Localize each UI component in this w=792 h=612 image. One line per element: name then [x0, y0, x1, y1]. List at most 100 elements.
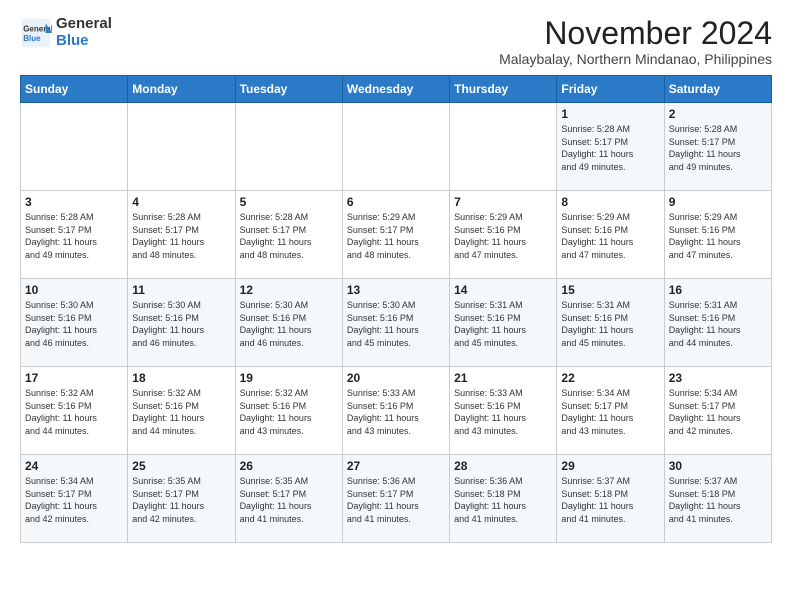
calendar-cell: 13 Sunrise: 5:30 AM Sunset: 5:16 PM Dayli…: [342, 279, 449, 367]
calendar-cell: 21 Sunrise: 5:33 AM Sunset: 5:16 PM Dayli…: [450, 367, 557, 455]
day-info: Sunrise: 5:32 AM Sunset: 5:16 PM Dayligh…: [240, 387, 338, 437]
day-info: Sunrise: 5:28 AM Sunset: 5:17 PM Dayligh…: [240, 211, 338, 261]
column-header-sunday: Sunday: [21, 76, 128, 103]
calendar-cell: 2Sunrise: 5:28 AM Sunset: 5:17 PM Daylig…: [664, 103, 771, 191]
day-info: Sunrise: 5:34 AM Sunset: 5:17 PM Dayligh…: [561, 387, 659, 437]
column-header-wednesday: Wednesday: [342, 76, 449, 103]
calendar-cell: 22 Sunrise: 5:34 AM Sunset: 5:17 PM Dayli…: [557, 367, 664, 455]
day-info: Sunrise: 5:28 AM Sunset: 5:17 PM Dayligh…: [25, 211, 123, 261]
calendar-cell: 14 Sunrise: 5:31 AM Sunset: 5:16 PM Dayli…: [450, 279, 557, 367]
page: General Blue General Blue November 2024 …: [0, 0, 792, 559]
day-info: Sunrise: 5:33 AM Sunset: 5:16 PM Dayligh…: [454, 387, 552, 437]
calendar-cell: 30Sunrise: 5:37 AM Sunset: 5:18 PM Dayli…: [664, 455, 771, 543]
column-header-thursday: Thursday: [450, 76, 557, 103]
calendar-cell: 5 Sunrise: 5:28 AM Sunset: 5:17 PM Daylig…: [235, 191, 342, 279]
day-info: Sunrise: 5:35 AM Sunset: 5:17 PM Dayligh…: [132, 475, 230, 525]
day-number: 6: [347, 195, 445, 209]
column-header-friday: Friday: [557, 76, 664, 103]
day-number: 12: [240, 283, 338, 297]
location-subtitle: Malaybalay, Northern Mindanao, Philippin…: [499, 51, 772, 67]
day-number: 16: [669, 283, 767, 297]
day-number: 20: [347, 371, 445, 385]
day-info: Sunrise: 5:30 AM Sunset: 5:16 PM Dayligh…: [347, 299, 445, 349]
logo-text: General Blue: [56, 16, 112, 49]
calendar-cell: 3 Sunrise: 5:28 AM Sunset: 5:17 PM Daylig…: [21, 191, 128, 279]
logo: General Blue General Blue: [20, 16, 112, 49]
calendar-cell: 20Sunrise: 5:33 AM Sunset: 5:16 PM Dayli…: [342, 367, 449, 455]
column-header-saturday: Saturday: [664, 76, 771, 103]
day-info: Sunrise: 5:29 AM Sunset: 5:16 PM Dayligh…: [454, 211, 552, 261]
day-number: 13: [347, 283, 445, 297]
day-number: 18: [132, 371, 230, 385]
title-block: November 2024 Malaybalay, Northern Minda…: [499, 16, 772, 67]
header-row: SundayMondayTuesdayWednesdayThursdayFrid…: [21, 76, 772, 103]
calendar-cell: 24Sunrise: 5:34 AM Sunset: 5:17 PM Dayli…: [21, 455, 128, 543]
calendar-cell: 25Sunrise: 5:35 AM Sunset: 5:17 PM Dayli…: [128, 455, 235, 543]
day-number: 28: [454, 459, 552, 473]
calendar-cell: 28 Sunrise: 5:36 AM Sunset: 5:18 PM Dayli…: [450, 455, 557, 543]
day-info: Sunrise: 5:28 AM Sunset: 5:17 PM Dayligh…: [669, 123, 767, 173]
week-row-5: 24Sunrise: 5:34 AM Sunset: 5:17 PM Dayli…: [21, 455, 772, 543]
calendar-cell: 12 Sunrise: 5:30 AM Sunset: 5:16 PM Dayli…: [235, 279, 342, 367]
day-number: 5: [240, 195, 338, 209]
calendar-cell: 19 Sunrise: 5:32 AM Sunset: 5:16 PM Dayli…: [235, 367, 342, 455]
day-number: 14: [454, 283, 552, 297]
calendar-table: SundayMondayTuesdayWednesdayThursdayFrid…: [20, 75, 772, 543]
day-info: Sunrise: 5:31 AM Sunset: 5:16 PM Dayligh…: [561, 299, 659, 349]
calendar-cell: 11Sunrise: 5:30 AM Sunset: 5:16 PM Dayli…: [128, 279, 235, 367]
calendar-cell: 15 Sunrise: 5:31 AM Sunset: 5:16 PM Dayli…: [557, 279, 664, 367]
calendar-cell: [450, 103, 557, 191]
day-number: 10: [25, 283, 123, 297]
day-info: Sunrise: 5:30 AM Sunset: 5:16 PM Dayligh…: [25, 299, 123, 349]
calendar-cell: 4 Sunrise: 5:28 AM Sunset: 5:17 PM Daylig…: [128, 191, 235, 279]
day-number: 9: [669, 195, 767, 209]
day-number: 27: [347, 459, 445, 473]
calendar-cell: 7 Sunrise: 5:29 AM Sunset: 5:16 PM Daylig…: [450, 191, 557, 279]
week-row-3: 10 Sunrise: 5:30 AM Sunset: 5:16 PM Dayli…: [21, 279, 772, 367]
calendar-cell: [128, 103, 235, 191]
calendar-cell: 8Sunrise: 5:29 AM Sunset: 5:16 PM Daylig…: [557, 191, 664, 279]
day-info: Sunrise: 5:36 AM Sunset: 5:17 PM Dayligh…: [347, 475, 445, 525]
calendar-cell: 1Sunrise: 5:28 AM Sunset: 5:17 PM Daylig…: [557, 103, 664, 191]
calendar-cell: [21, 103, 128, 191]
day-info: Sunrise: 5:36 AM Sunset: 5:18 PM Dayligh…: [454, 475, 552, 525]
week-row-1: 1Sunrise: 5:28 AM Sunset: 5:17 PM Daylig…: [21, 103, 772, 191]
day-info: Sunrise: 5:31 AM Sunset: 5:16 PM Dayligh…: [669, 299, 767, 349]
calendar-cell: [235, 103, 342, 191]
column-header-monday: Monday: [128, 76, 235, 103]
day-number: 29: [561, 459, 659, 473]
day-info: Sunrise: 5:31 AM Sunset: 5:16 PM Dayligh…: [454, 299, 552, 349]
day-number: 21: [454, 371, 552, 385]
calendar-cell: 18 Sunrise: 5:32 AM Sunset: 5:16 PM Dayli…: [128, 367, 235, 455]
day-info: Sunrise: 5:32 AM Sunset: 5:16 PM Dayligh…: [132, 387, 230, 437]
calendar-cell: [342, 103, 449, 191]
day-number: 7: [454, 195, 552, 209]
day-info: Sunrise: 5:30 AM Sunset: 5:16 PM Dayligh…: [132, 299, 230, 349]
day-number: 19: [240, 371, 338, 385]
calendar-cell: 9Sunrise: 5:29 AM Sunset: 5:16 PM Daylig…: [664, 191, 771, 279]
svg-text:Blue: Blue: [23, 34, 41, 43]
day-number: 3: [25, 195, 123, 209]
day-info: Sunrise: 5:29 AM Sunset: 5:16 PM Dayligh…: [561, 211, 659, 261]
day-info: Sunrise: 5:37 AM Sunset: 5:18 PM Dayligh…: [561, 475, 659, 525]
calendar-cell: 10 Sunrise: 5:30 AM Sunset: 5:16 PM Dayli…: [21, 279, 128, 367]
month-title: November 2024: [499, 16, 772, 51]
calendar-cell: 26Sunrise: 5:35 AM Sunset: 5:17 PM Dayli…: [235, 455, 342, 543]
calendar-cell: 6 Sunrise: 5:29 AM Sunset: 5:17 PM Daylig…: [342, 191, 449, 279]
day-info: Sunrise: 5:30 AM Sunset: 5:16 PM Dayligh…: [240, 299, 338, 349]
calendar-cell: 23 Sunrise: 5:34 AM Sunset: 5:17 PM Dayli…: [664, 367, 771, 455]
day-info: Sunrise: 5:29 AM Sunset: 5:17 PM Dayligh…: [347, 211, 445, 261]
day-number: 15: [561, 283, 659, 297]
day-info: Sunrise: 5:28 AM Sunset: 5:17 PM Dayligh…: [132, 211, 230, 261]
calendar-cell: 16 Sunrise: 5:31 AM Sunset: 5:16 PM Dayli…: [664, 279, 771, 367]
day-info: Sunrise: 5:37 AM Sunset: 5:18 PM Dayligh…: [669, 475, 767, 525]
day-info: Sunrise: 5:34 AM Sunset: 5:17 PM Dayligh…: [669, 387, 767, 437]
day-info: Sunrise: 5:34 AM Sunset: 5:17 PM Dayligh…: [25, 475, 123, 525]
day-info: Sunrise: 5:28 AM Sunset: 5:17 PM Dayligh…: [561, 123, 659, 173]
calendar-cell: 17Sunrise: 5:32 AM Sunset: 5:16 PM Dayli…: [21, 367, 128, 455]
logo-icon: General Blue: [20, 17, 52, 49]
day-number: 22: [561, 371, 659, 385]
week-row-4: 17Sunrise: 5:32 AM Sunset: 5:16 PM Dayli…: [21, 367, 772, 455]
day-number: 4: [132, 195, 230, 209]
day-number: 23: [669, 371, 767, 385]
